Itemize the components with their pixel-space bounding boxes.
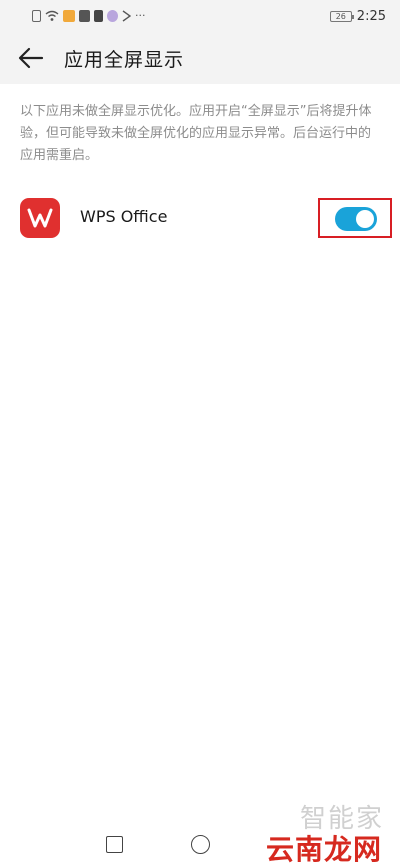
document-notification-icon	[94, 10, 103, 22]
status-bar: ··· 26 2:25	[0, 0, 400, 32]
watermark-bottom: 云南龙网	[266, 833, 383, 866]
page-header: 应用全屏显示	[0, 32, 400, 84]
fullscreen-toggle[interactable]	[335, 207, 377, 231]
back-arrow-icon	[18, 47, 44, 69]
play-notification-icon	[122, 10, 131, 22]
battery-icon: 26	[329, 10, 354, 22]
app-notification-icon	[63, 10, 75, 22]
wifi-icon	[45, 10, 59, 21]
page-title: 应用全屏显示	[64, 49, 185, 71]
toggle-knob	[356, 210, 374, 228]
home-button[interactable]	[191, 835, 210, 854]
status-icons-left: ···	[32, 8, 146, 24]
app-name: WPS Office	[80, 207, 168, 226]
browser-notification-icon	[107, 10, 118, 22]
back-button[interactable]	[16, 44, 46, 72]
more-notifications-indicator: ···	[135, 9, 146, 22]
app-row-wps-office: WPS Office	[0, 192, 400, 244]
status-time: 2:25	[356, 8, 386, 24]
page-description: 以下应用未做全屏显示优化。应用开启“全屏显示”后将提升体验，但可能导致未做全屏优…	[20, 104, 372, 163]
gallery-notification-icon	[79, 10, 90, 22]
battery-level: 26	[335, 11, 346, 21]
recent-apps-button[interactable]	[106, 836, 123, 853]
status-right: 26 2:25	[329, 6, 386, 26]
alert-notification-icon	[32, 10, 41, 22]
wps-office-icon	[20, 198, 60, 238]
